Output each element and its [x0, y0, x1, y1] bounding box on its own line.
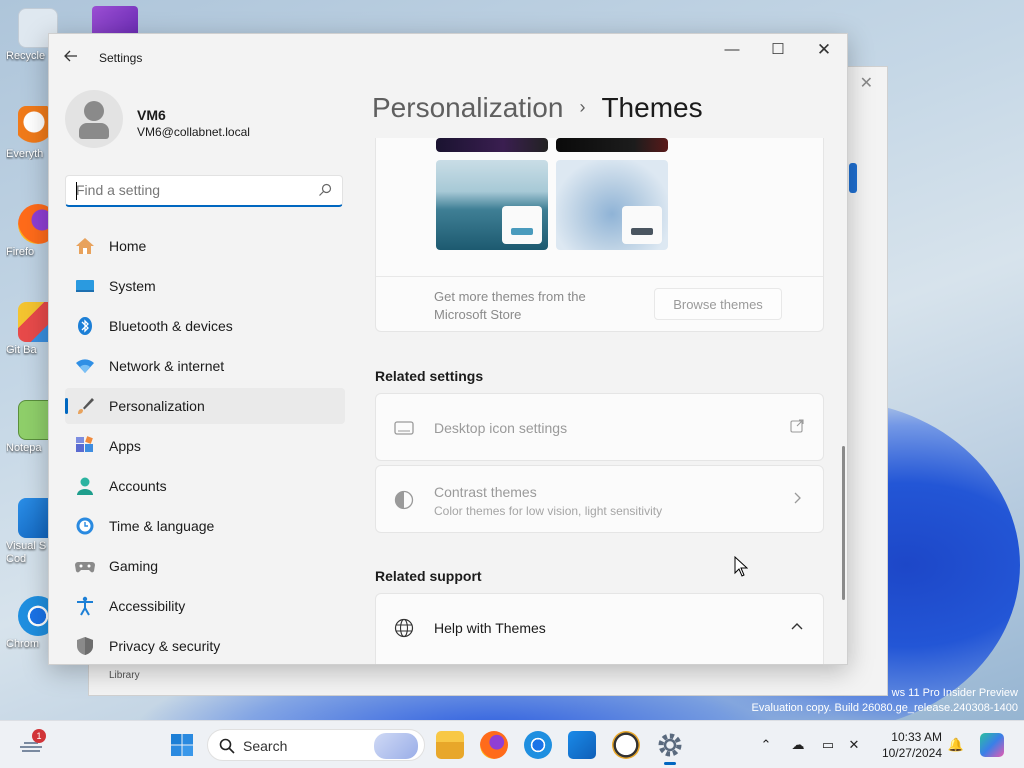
title-bar[interactable]: Settings — ☐ ✕ [49, 34, 847, 82]
theme-preview-window-icon [622, 206, 662, 244]
user-email: VM6@collabnet.local [137, 125, 250, 139]
contrast-icon [394, 490, 414, 510]
external-link-icon [790, 419, 804, 433]
theme-preview-window-icon [502, 206, 542, 244]
minimize-button[interactable]: — [709, 34, 755, 66]
help-with-themes-row[interactable]: Help with Themes [375, 593, 824, 664]
personalization-brush-icon [78, 398, 94, 414]
theme-thumbnail-glow[interactable] [436, 160, 548, 250]
sidebar-item-privacy-security[interactable]: Privacy & security [65, 628, 345, 664]
volume-muted-icon[interactable]: ✕ [844, 735, 864, 755]
privacy-shield-icon [77, 637, 93, 655]
sidebar-item-accessibility[interactable]: Accessibility [65, 588, 345, 624]
browse-themes-button[interactable]: Browse themes [654, 288, 782, 320]
settings-taskbar-icon[interactable] [656, 731, 684, 765]
windows-watermark: ws 11 Pro Insider Preview Evaluation cop… [751, 687, 1018, 714]
sidebar-item-personalization[interactable]: Personalization [65, 388, 345, 424]
page-title: Themes [601, 92, 703, 123]
maximize-button[interactable]: ☐ [755, 34, 801, 66]
microsoft-store-icon[interactable] [568, 731, 596, 759]
accessibility-icon [77, 596, 93, 616]
settings-window: Settings — ☐ ✕ VM6 VM6@collabnet.local H… [48, 33, 848, 665]
background-window-library-label: Library [109, 670, 140, 681]
taskbar-clock[interactable]: 10:33 AM 10/27/2024 [870, 729, 942, 761]
taskbar: 1 Search ⌃ ☁ ▭ ✕ 10:33 AM 10/27/2024 🔔 [0, 720, 1024, 768]
copilot-pre-icon[interactable] [980, 733, 1004, 757]
sidebar-item-gaming[interactable]: Gaming [65, 548, 345, 584]
search-input[interactable] [76, 176, 306, 204]
search-highlight-art [374, 733, 418, 759]
firefox-taskbar-icon[interactable] [480, 731, 508, 759]
mouse-cursor-icon [734, 556, 748, 577]
sidebar-item-home[interactable]: Home [65, 228, 345, 264]
desktop-icon-settings-row[interactable]: Desktop icon settings [375, 393, 824, 461]
clock-date: 10/27/2024 [881, 746, 942, 760]
theme-thumbnail-windows-light[interactable] [556, 160, 668, 250]
windows-start-icon[interactable] [170, 733, 194, 757]
taskbar-search-box[interactable]: Search [207, 729, 425, 761]
show-hidden-icons-chevron-up-icon[interactable]: ⌃ [756, 735, 776, 755]
sidebar-item-apps[interactable]: Apps [65, 428, 345, 464]
display-icon[interactable]: ▭ [818, 735, 838, 755]
chevron-up-icon[interactable] [789, 618, 805, 634]
time-language-icon [76, 517, 94, 535]
related-settings-heading: Related settings [375, 368, 484, 384]
text-caret [76, 182, 77, 200]
sidebar-nav: Home System Bluetooth & devices Network … [65, 228, 345, 664]
bluetooth-icon [78, 317, 92, 335]
monitor-icon [394, 421, 414, 435]
notification-badge: 1 [32, 729, 46, 743]
find-setting-search[interactable] [65, 175, 343, 207]
apps-icon [76, 436, 93, 452]
file-explorer-icon[interactable] [436, 731, 464, 759]
user-name: VM6 [137, 107, 166, 123]
card-divider [376, 276, 823, 277]
network-disconnected-icon[interactable]: ☁ [788, 735, 808, 755]
gear-icon [658, 733, 682, 757]
search-icon [319, 183, 332, 196]
theme-thumbnail-partial-1[interactable] [436, 138, 548, 152]
avatar [65, 90, 123, 148]
back-arrow-icon[interactable] [63, 48, 83, 68]
gaming-icon [75, 562, 95, 573]
close-button[interactable]: ✕ [801, 34, 847, 66]
home-icon [76, 238, 94, 254]
chevron-right-icon: › [579, 97, 586, 117]
notification-bell-icon[interactable]: 🔔 [946, 735, 966, 755]
accounts-icon [77, 477, 93, 495]
clock-time: 10:33 AM [891, 730, 942, 744]
search-icon [219, 738, 235, 754]
background-window-close-icon[interactable]: ✕ [860, 73, 873, 93]
network-icon [76, 359, 94, 373]
get-more-themes-text: Get more themes from the Microsoft Store [434, 289, 586, 322]
app-title: Settings [99, 51, 143, 65]
background-window-accent-button[interactable] [849, 163, 857, 193]
breadcrumb-parent[interactable]: Personalization [372, 92, 563, 123]
sidebar-item-system[interactable]: System [65, 268, 345, 304]
taskbar-search-label: Search [243, 738, 288, 754]
themes-gallery-card: Get more themes from the Microsoft Store… [375, 138, 824, 332]
sidebar-item-network[interactable]: Network & internet [65, 348, 345, 384]
theme-thumbnail-partial-2[interactable] [556, 138, 668, 152]
contrast-themes-row[interactable]: Contrast themes Color themes for low vis… [375, 465, 824, 533]
sidebar-item-time-language[interactable]: Time & language [65, 508, 345, 544]
related-support-heading: Related support [375, 568, 482, 584]
clock-app-icon[interactable] [612, 731, 640, 759]
main-scrollbar[interactable] [842, 446, 845, 600]
sidebar-item-bluetooth[interactable]: Bluetooth & devices [65, 308, 345, 344]
chrome-taskbar-icon[interactable] [524, 731, 552, 759]
globe-icon [394, 618, 414, 638]
sidebar-item-accounts[interactable]: Accounts [65, 468, 345, 504]
system-icon [76, 280, 94, 292]
chevron-right-icon [794, 492, 801, 504]
breadcrumb: Personalization › Themes [372, 92, 703, 124]
